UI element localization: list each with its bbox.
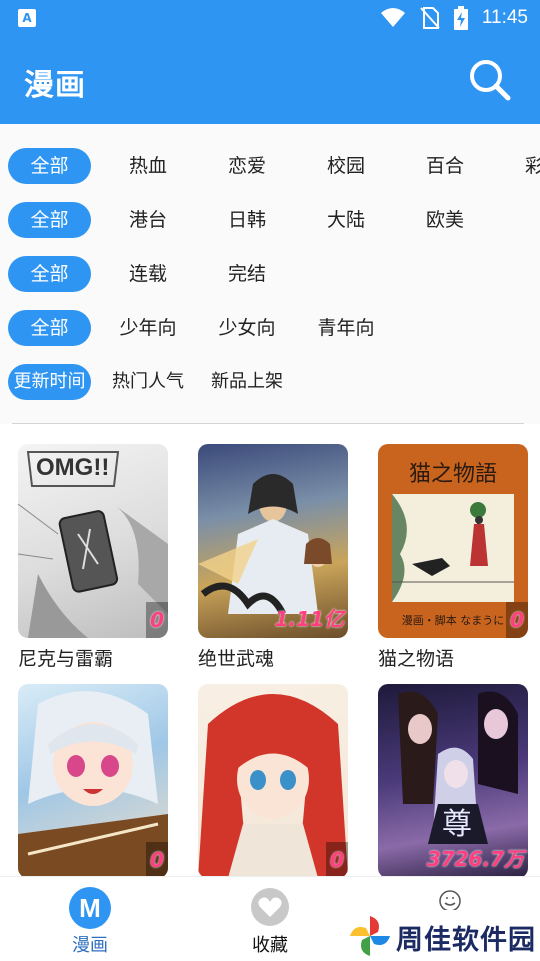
comic-card[interactable]: 尊 3726.7万 — [378, 684, 528, 876]
comic-cover: OMG!! 0 — [18, 444, 168, 638]
comic-card[interactable]: 1.11亿 绝世武魂 — [198, 444, 348, 670]
filter-chip[interactable]: 彩 — [525, 148, 540, 184]
sort-chip-selected[interactable]: 更新时间 — [8, 364, 91, 400]
filter-chip[interactable]: 校园 — [306, 148, 386, 184]
pinwheel-logo-icon — [350, 916, 390, 956]
filter-chip-selected[interactable]: 全部 — [8, 148, 91, 184]
comic-cover: 0 — [198, 684, 348, 876]
comic-cover: 1.11亿 — [198, 444, 348, 638]
filter-row-sort: 更新时间 热门人气 新品上架 — [0, 354, 540, 408]
watermark: 周佳软件园 — [340, 910, 540, 960]
filter-row-audience: 全部 少年向 少女向 青年向 — [0, 300, 540, 354]
filter-chip[interactable]: 少年向 — [103, 310, 193, 346]
app-notification-icon: A — [18, 9, 36, 27]
filter-row-genre: 全部 热血 恋爱 校园 百合 彩 — [0, 138, 540, 192]
search-button[interactable] — [468, 58, 512, 102]
sort-chip[interactable]: 新品上架 — [202, 364, 292, 400]
nav-tab-comics[interactable]: M 漫画 — [0, 877, 180, 961]
filter-chip[interactable]: 青年向 — [301, 310, 391, 346]
battery-charging-icon — [453, 6, 468, 30]
comic-cover: 0 — [18, 684, 168, 876]
comics-tab-icon: M — [69, 887, 111, 929]
status-bar: A 11:45 — [0, 0, 540, 36]
nav-tab-label: 收藏 — [252, 935, 288, 956]
view-count: 0 — [150, 608, 164, 632]
comic-card[interactable]: 猫之物語 漫画・脚本 なまうに 0 猫之物语 — [378, 444, 528, 670]
favorites-icon — [251, 888, 289, 926]
comic-title: 猫之物语 — [378, 648, 455, 670]
filter-chip[interactable]: 欧美 — [405, 202, 485, 238]
filter-chip[interactable]: 港台 — [108, 202, 188, 238]
cover-text: 猫之物語 — [408, 462, 497, 487]
filter-chip[interactable]: 连载 — [108, 256, 188, 292]
comic-cover: 尊 3726.7万 — [378, 684, 528, 876]
nav-tab-favorites[interactable]: 收藏 — [180, 877, 360, 961]
watermark-text: 周佳软件园 — [396, 925, 536, 956]
comic-card[interactable]: 0 — [198, 684, 348, 876]
status-time: 11:45 — [481, 7, 528, 28]
comic-title: 绝世武魂 — [198, 648, 275, 670]
filter-chip-selected[interactable]: 全部 — [8, 256, 91, 292]
comic-grid: OMG!! 0 尼克与雷霸 1.11亿 绝世武魂 猫之物語 漫画・脚本 なまうに… — [0, 424, 540, 876]
wifi-icon — [380, 8, 405, 27]
search-icon — [470, 60, 511, 101]
filter-row-region: 全部 港台 日韩 大陆 欧美 — [0, 192, 540, 246]
cover-panel — [392, 494, 514, 602]
view-count: 3726.7万 — [426, 847, 524, 871]
comic-cover: 猫之物語 漫画・脚本 なまうに 0 — [378, 444, 528, 638]
filter-chip[interactable]: 大陆 — [306, 202, 386, 238]
comic-card[interactable]: OMG!! 0 尼克与雷霸 — [18, 444, 168, 670]
app-bar: 漫画 — [0, 36, 540, 124]
view-count: 1.11亿 — [274, 607, 344, 631]
filter-row-status: 全部 连载 完结 — [0, 246, 540, 300]
no-sim-icon — [420, 7, 440, 29]
comic-card[interactable]: 0 — [18, 684, 168, 876]
view-count: 0 — [330, 848, 344, 872]
filter-chip[interactable]: 完结 — [207, 256, 287, 292]
filter-chip[interactable]: 少女向 — [202, 310, 292, 346]
view-count: 0 — [150, 848, 164, 872]
view-count: 0 — [510, 608, 524, 632]
sort-chip[interactable]: 热门人气 — [103, 364, 193, 400]
filter-chip[interactable]: 恋爱 — [207, 148, 287, 184]
filter-panel: 全部 热血 恋爱 校园 百合 彩 全部 港台 日韩 大陆 欧美 全部 连载 完结… — [0, 124, 540, 424]
page-title: 漫画 — [24, 68, 86, 103]
filter-chip[interactable]: 日韩 — [207, 202, 287, 238]
cover-illustration — [392, 494, 514, 602]
nav-tab-label: 漫画 — [72, 935, 108, 956]
comic-title: 尼克与雷霸 — [18, 648, 114, 670]
filter-chip[interactable]: 百合 — [405, 148, 485, 184]
filter-chip-selected[interactable]: 全部 — [8, 310, 91, 346]
filter-chip[interactable]: 热血 — [108, 148, 188, 184]
svg-text:尊: 尊 — [442, 807, 472, 842]
filter-chip-selected[interactable]: 全部 — [8, 202, 91, 238]
status-icons: 11:45 — [380, 0, 528, 36]
